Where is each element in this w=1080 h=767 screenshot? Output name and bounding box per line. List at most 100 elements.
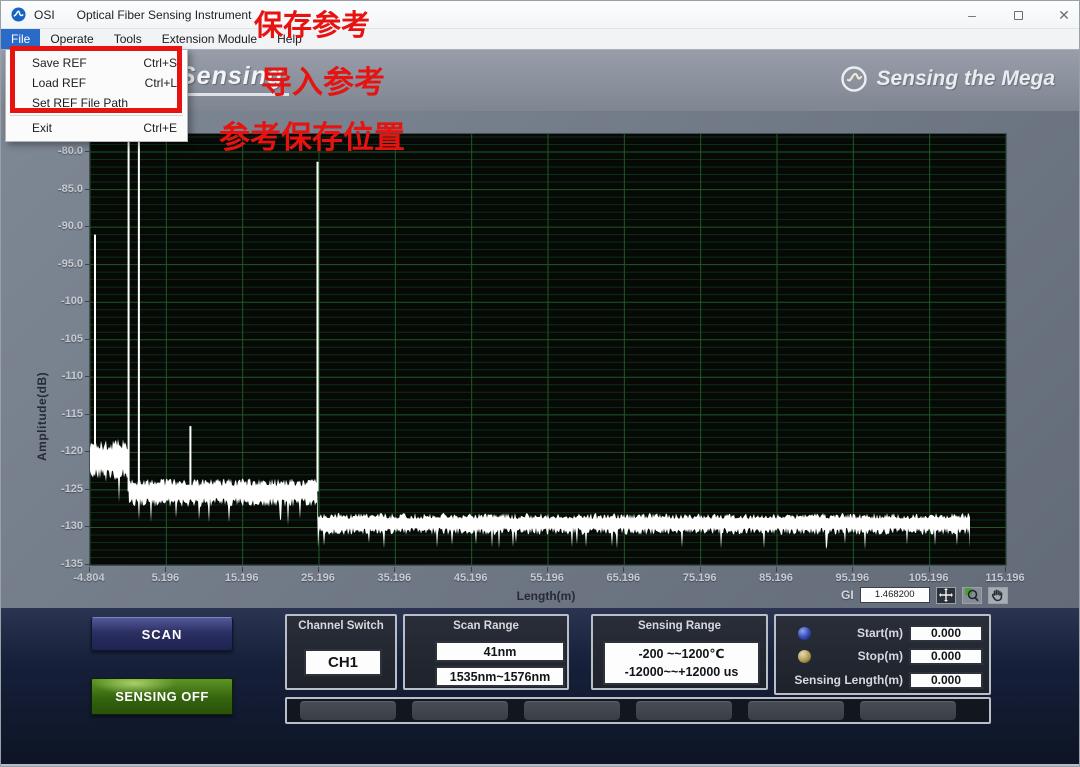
- annotation-load-ref: 导入参考: [261, 57, 385, 102]
- x-tick-mark: [852, 567, 853, 572]
- y-tick-mark: [85, 451, 90, 452]
- scan-span-field[interactable]: 41nm: [435, 641, 565, 662]
- controls-area: SCAN SENSING OFF Channel Switch CH1 Scan…: [1, 608, 1080, 764]
- x-tick-label: 15.196: [210, 572, 274, 584]
- y-tick-mark: [85, 189, 90, 190]
- x-tick-mark: [394, 567, 395, 572]
- start-knob-icon[interactable]: [798, 627, 811, 640]
- sensing-range-line2: -12000~~+12000 us: [625, 663, 739, 681]
- y-tick-label: -110: [39, 370, 83, 382]
- annotation-ref-path: 参考保存位置: [219, 112, 405, 157]
- y-tick-label: -85.0: [39, 183, 83, 195]
- sensing-off-button[interactable]: SENSING OFF: [91, 678, 233, 715]
- stop-label: Stop(m): [811, 649, 909, 663]
- window-title: Optical Fiber Sensing Instrument: [77, 8, 252, 22]
- y-tick-mark: [85, 301, 90, 302]
- close-button[interactable]: ✕: [1055, 6, 1073, 24]
- x-tick-label: 95.196: [820, 572, 884, 584]
- sensing-range-panel: Sensing Range -200 ~~1200℃ -12000~~+1200…: [591, 614, 768, 690]
- blank-button-3[interactable]: [524, 701, 620, 720]
- x-tick-label: 45.196: [439, 572, 503, 584]
- amplitude-trace: [90, 439, 970, 550]
- scan-wavelength-field[interactable]: 1535nm~1576nm: [435, 666, 565, 687]
- crosshair-tool-button[interactable]: [936, 587, 956, 604]
- x-tick-label: 105.196: [897, 572, 961, 584]
- y-tick-mark: [85, 414, 90, 415]
- sensing-range-field[interactable]: -200 ~~1200℃ -12000~~+12000 us: [603, 641, 760, 685]
- blank-button-6[interactable]: [860, 701, 956, 720]
- x-tick-label: 115.196: [973, 572, 1037, 584]
- sensing-length-field[interactable]: 0.000: [909, 672, 983, 689]
- x-tick-mark: [318, 567, 319, 572]
- sensing-range-label: Sensing Range: [593, 620, 766, 632]
- zoom-tool-button[interactable]: [962, 587, 982, 604]
- x-tick-mark: [776, 567, 777, 572]
- gi-label: GI: [841, 588, 854, 602]
- y-tick-label: -125: [39, 483, 83, 495]
- x-tick-label: 5.196: [133, 572, 197, 584]
- scan-range-panel: Scan Range 41nm 1535nm~1576nm: [403, 614, 569, 690]
- x-tick-mark: [242, 567, 243, 572]
- x-tick-label: 55.196: [515, 572, 579, 584]
- y-tick-mark: [85, 376, 90, 377]
- y-tick-label: -130: [39, 520, 83, 532]
- x-tick-label: 25.196: [286, 572, 350, 584]
- menu-item-label: Exit: [32, 121, 143, 135]
- magnifier-icon: [965, 588, 979, 602]
- sensing-length-label: Sensing Length(m): [776, 673, 909, 687]
- y-tick-label: -120: [39, 445, 83, 457]
- blank-button-2[interactable]: [412, 701, 508, 720]
- y-tick-label: -80.0: [39, 145, 83, 157]
- stop-knob-icon[interactable]: [798, 650, 811, 663]
- x-tick-mark: [623, 567, 624, 572]
- x-tick-mark: [165, 567, 166, 572]
- y-tick-mark: [85, 339, 90, 340]
- x-tick-label: 35.196: [362, 572, 426, 584]
- annotation-highlight-box: [10, 46, 182, 113]
- plot-area[interactable]: [89, 133, 1007, 566]
- gi-input[interactable]: 1.468200: [860, 587, 930, 603]
- y-tick-mark: [85, 151, 90, 152]
- brand-slogan: Sensing the Mega: [876, 67, 1055, 91]
- gi-row: GI 1.468200: [841, 585, 1008, 605]
- app-name: OSI: [34, 8, 55, 22]
- start-label: Start(m): [811, 626, 909, 640]
- y-tick-mark: [85, 526, 90, 527]
- x-tick-mark: [471, 567, 472, 572]
- minimize-button[interactable]: –: [963, 6, 981, 24]
- y-tick-label: -105: [39, 333, 83, 345]
- maximize-button[interactable]: [1009, 6, 1027, 24]
- x-tick-mark: [929, 567, 930, 572]
- blank-button-4[interactable]: [636, 701, 732, 720]
- amplitude-plot: [90, 134, 1006, 565]
- x-tick-mark: [700, 567, 701, 572]
- hand-icon: [991, 588, 1004, 602]
- x-tick-label: 85.196: [744, 572, 808, 584]
- y-tick-mark: [85, 226, 90, 227]
- start-field[interactable]: 0.000: [909, 625, 983, 642]
- scan-range-label: Scan Range: [405, 620, 567, 632]
- x-tick-label: 75.196: [668, 572, 732, 584]
- scan-button[interactable]: SCAN: [91, 617, 233, 651]
- x-axis-label: Length(m): [481, 589, 611, 603]
- y-tick-label: -100: [39, 295, 83, 307]
- blank-button-5[interactable]: [748, 701, 844, 720]
- app-window: OSI Optical Fiber Sensing Instrument – ✕…: [0, 0, 1080, 767]
- x-tick-label: -4.804: [57, 572, 121, 584]
- y-tick-label: -95.0: [39, 258, 83, 270]
- maximize-icon: [1014, 11, 1023, 20]
- stop-field[interactable]: 0.000: [909, 648, 983, 665]
- pan-tool-button[interactable]: [988, 587, 1008, 604]
- menu-separator: [10, 115, 183, 116]
- chart-panel: Amplitude(dB) Length(m) GI 1.468200: [1, 111, 1080, 608]
- y-tick-label: -115: [39, 408, 83, 420]
- menu-item-shortcut: Ctrl+E: [143, 121, 177, 135]
- blank-button-1[interactable]: [300, 701, 396, 720]
- y-tick-mark: [85, 564, 90, 565]
- y-tick-label: -90.0: [39, 220, 83, 232]
- file-menu-item-exit[interactable]: ExitCtrl+E: [6, 118, 187, 138]
- x-tick-mark: [1005, 567, 1006, 572]
- channel-select[interactable]: CH1: [304, 649, 382, 676]
- osi-logo-icon: [11, 7, 26, 22]
- x-tick-mark: [89, 567, 90, 572]
